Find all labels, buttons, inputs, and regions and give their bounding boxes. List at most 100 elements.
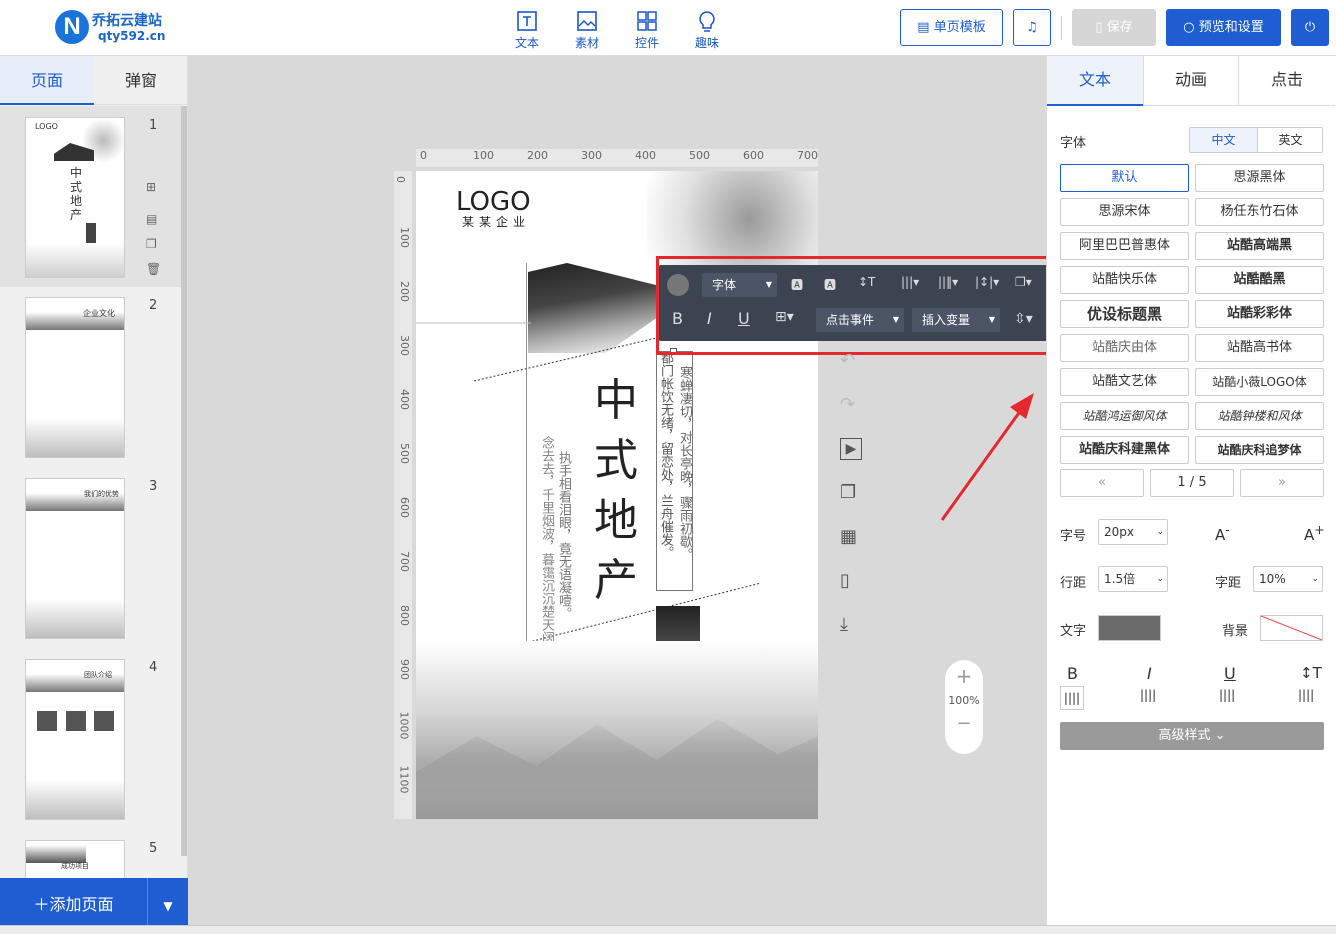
font-option[interactable]: 杨任东竹石体 <box>1195 198 1324 226</box>
tab-text[interactable]: 文本 <box>1047 56 1143 106</box>
poem-line-4[interactable]: 念去去，千里烟波，暮霭沉沉楚天阔。 <box>539 436 554 657</box>
horizontal-ruler: 0 100 200 300 400 500 600 700 <box>416 149 818 167</box>
power-button[interactable]: ⏻ <box>1291 9 1329 46</box>
template-icon: ▤ <box>917 20 930 35</box>
page-thumb-2[interactable]: 企业文化 <box>25 297 125 458</box>
left-panel: 页面 弹窗 LOGO 中式地产 1 ⊞ ▤ ❐ 🗑 企业文化 2 我们的优势 3… <box>0 56 188 934</box>
tool-widget[interactable]: 控件 <box>625 8 669 50</box>
layers-icon[interactable]: ❐ <box>840 482 862 504</box>
undo-icon[interactable]: ↶ <box>840 350 862 372</box>
align-right-icon[interactable]: |||| <box>1219 688 1235 702</box>
font-option[interactable]: 优设标题黑 <box>1060 300 1189 328</box>
font-option[interactable]: 站酷彩彩体 <box>1195 300 1324 328</box>
text-color-swatch[interactable] <box>1098 615 1161 641</box>
right-panel: 文本 动画 点击 字体 中文 英文 默认 思源黑体 思源宋体 杨任东竹石体 阿里… <box>1046 56 1336 934</box>
justify-icon[interactable]: |||| <box>1298 688 1314 702</box>
font-option[interactable]: 思源宋体 <box>1060 198 1189 226</box>
poem-line-3[interactable]: 执手相看泪眼，竟无语凝噎。 <box>556 451 571 620</box>
font-option[interactable]: 站酷高端黑 <box>1195 232 1324 260</box>
zoom-in-button[interactable]: + <box>945 664 983 688</box>
align-left-icon[interactable]: |||| <box>1060 686 1084 710</box>
page-thumb-4[interactable]: 团队介绍 <box>25 659 125 820</box>
logo-domain: qty592.cn <box>98 29 166 43</box>
search-icon: ○ <box>1183 20 1195 35</box>
font-option[interactable]: 站酷鸿运御风体 <box>1060 402 1189 430</box>
page-number: 2 <box>149 298 158 313</box>
font-option[interactable]: 站酷钟楼和风体 <box>1195 402 1324 430</box>
line-height-select[interactable]: 1.5倍 ⌄ <box>1098 566 1168 592</box>
add-icon[interactable]: ⊞ <box>146 180 156 194</box>
font-option[interactable]: 默认 <box>1060 164 1189 192</box>
font-option[interactable]: 站酷快乐体 <box>1060 266 1189 294</box>
plus-icon: ＋ <box>33 895 50 914</box>
save-button[interactable]: ▯ 保存 <box>1072 9 1156 46</box>
logo-icon: N <box>55 10 89 44</box>
zoom-out-button[interactable]: − <box>945 713 983 734</box>
tool-material[interactable]: 素材 <box>565 8 609 50</box>
play-icon[interactable]: ▶ <box>840 438 862 460</box>
font-label: 字体 <box>1060 136 1087 151</box>
font-option[interactable]: 站酷庆科追梦体 <box>1195 436 1324 464</box>
letter-spacing-select[interactable]: 10% ⌄ <box>1253 566 1323 592</box>
advanced-style-button[interactable]: 高级样式 ⌄ <box>1060 722 1324 750</box>
page-indicator: 1 / 5 <box>1150 469 1234 497</box>
tab-animation[interactable]: 动画 <box>1143 56 1239 106</box>
template-icon[interactable]: ▤ <box>146 212 157 226</box>
font-size-select[interactable]: 20px ⌄ <box>1098 519 1168 545</box>
text-height-icon[interactable]: ↕T <box>1300 664 1322 682</box>
background-label: 背景 <box>1222 624 1249 639</box>
prev-page-button[interactable]: « <box>1060 469 1144 497</box>
lang-english[interactable]: 英文 <box>1257 128 1323 152</box>
chevron-down-icon: ⌄ <box>1214 728 1226 743</box>
font-option[interactable]: 站酷庆科建黑体 <box>1060 436 1189 464</box>
page-number: 4 <box>149 660 158 675</box>
tab-click[interactable]: 点击 <box>1239 56 1335 106</box>
download-icon[interactable]: ⤓ <box>840 614 862 636</box>
page-thumb-1[interactable]: LOGO 中式地产 <box>25 117 125 278</box>
page-thumb-5[interactable]: 成功项目 <box>25 840 125 880</box>
font-option[interactable]: 站酷高书体 <box>1195 334 1324 362</box>
tool-fun[interactable]: 趣味 <box>685 8 729 50</box>
divider <box>1061 16 1062 40</box>
font-decrease-icon[interactable]: A- <box>1215 522 1230 544</box>
trash-icon[interactable]: 🗑 <box>146 262 161 276</box>
taskbar-strip <box>0 925 1336 934</box>
font-option[interactable]: 阿里巴巴普惠体 <box>1060 232 1189 260</box>
selection-frame[interactable] <box>656 351 693 591</box>
preview-settings-button[interactable]: ○ 预览和设置 <box>1166 9 1281 46</box>
page-number: 3 <box>149 479 158 494</box>
ruler-icon[interactable]: ▦ <box>840 526 862 548</box>
font-option[interactable]: 站酷小薇LOGO体 <box>1195 368 1324 396</box>
logo-title: 乔拓云建站 <box>92 13 162 29</box>
page-thumb-3[interactable]: 我们的优势 <box>25 478 125 639</box>
music-button[interactable]: ♫ <box>1013 9 1051 46</box>
font-option[interactable]: 站酷庆由体 <box>1060 334 1189 362</box>
background-color-swatch[interactable] <box>1260 615 1323 641</box>
scrollbar[interactable] <box>181 106 187 856</box>
next-page-button[interactable]: » <box>1240 469 1324 497</box>
letter-spacing-label: 字距 <box>1215 576 1242 591</box>
redo-icon[interactable]: ↷ <box>840 394 862 416</box>
language-toggle: 中文 英文 <box>1189 127 1323 153</box>
mobile-icon[interactable]: ▯ <box>840 570 862 592</box>
font-option[interactable]: 站酷文艺体 <box>1060 368 1189 396</box>
bold-icon[interactable]: B <box>1067 664 1078 683</box>
align-center-icon[interactable]: |||| <box>1140 688 1156 702</box>
font-option[interactable]: 思源黑体 <box>1195 164 1324 192</box>
zoom-level: 100% <box>948 694 980 707</box>
italic-icon[interactable]: I <box>1147 664 1152 683</box>
main-title[interactable]: 中 式 地 产 <box>594 371 644 611</box>
font-increase-icon[interactable]: A+ <box>1304 522 1325 544</box>
copy-icon[interactable]: ❐ <box>146 237 157 251</box>
line-height-label: 行距 <box>1060 576 1087 591</box>
tab-pages[interactable]: 页面 <box>0 56 94 105</box>
tab-popups[interactable]: 弹窗 <box>94 56 188 105</box>
single-template-button[interactable]: ▤ 单页模板 <box>900 9 1003 46</box>
chevron-down-icon: ⌄ <box>1156 527 1164 537</box>
vertical-ruler: 0 100 200 300 400 500 600 700 800 900 10… <box>394 171 412 819</box>
tool-text[interactable]: 文本 <box>505 8 549 50</box>
lang-chinese[interactable]: 中文 <box>1190 128 1257 152</box>
page-number: 1 <box>149 118 158 133</box>
underline-icon[interactable]: U <box>1224 664 1236 683</box>
font-option[interactable]: 站酷酷黑 <box>1195 266 1324 294</box>
